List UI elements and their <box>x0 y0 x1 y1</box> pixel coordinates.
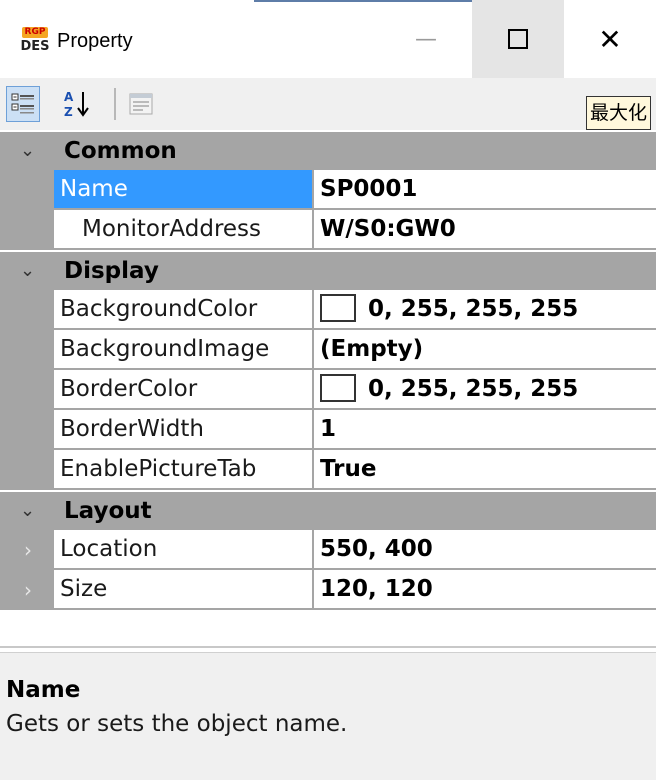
row-margin <box>0 210 54 250</box>
property-row-enable-picture-tab[interactable]: EnablePictureTab True <box>0 450 656 490</box>
property-value[interactable]: 1 <box>314 410 656 450</box>
color-swatch <box>320 293 356 322</box>
app-icon: RGP DES <box>20 27 50 55</box>
maximize-label-button[interactable]: 最大化 <box>586 96 652 130</box>
property-row-monitor-address[interactable]: MonitorAddress W/S0:GW0 <box>0 210 656 250</box>
category-display[interactable]: ⌄ Display <box>0 250 656 290</box>
toolbar: A Z 最大化 <box>0 78 656 130</box>
row-margin: › <box>0 570 54 610</box>
property-name[interactable]: BackgroundImage <box>54 330 314 370</box>
property-value[interactable]: (Empty) <box>314 330 656 370</box>
close-icon: ✕ <box>598 22 622 56</box>
property-value[interactable]: SP0001 <box>314 170 656 210</box>
property-value[interactable]: 0, 255, 255, 255 <box>314 290 656 330</box>
window-title: Property <box>57 30 133 52</box>
property-pages-icon <box>129 93 153 115</box>
close-button[interactable]: ✕ <box>564 0 656 78</box>
collapse-chevron-icon[interactable]: ⌄ <box>20 500 35 521</box>
category-layout[interactable]: ⌄ Layout <box>0 490 656 530</box>
property-value[interactable]: 120, 120 <box>314 570 656 610</box>
category-common[interactable]: ⌄ Common <box>0 130 656 170</box>
title-bar: RGP DES Property — ✕ <box>0 0 656 78</box>
property-name[interactable]: BorderColor <box>54 370 314 410</box>
categorized-view-icon <box>11 93 34 114</box>
property-row-background-color[interactable]: BackgroundColor 0, 255, 255, 255 <box>0 290 656 330</box>
maximize-icon <box>508 29 528 49</box>
property-name[interactable]: Location <box>54 530 314 570</box>
property-pages-button[interactable] <box>124 86 158 122</box>
property-value[interactable]: 0, 255, 255, 255 <box>314 370 656 410</box>
row-margin <box>0 410 54 450</box>
minimize-icon: — <box>415 26 437 52</box>
categorized-button[interactable] <box>6 86 40 122</box>
maximize-button[interactable] <box>472 0 564 78</box>
property-name[interactable]: BackgroundColor <box>54 290 314 330</box>
property-value[interactable]: 550, 400 <box>314 530 656 570</box>
sort-az-icon: A Z <box>64 90 89 119</box>
row-margin <box>0 370 54 410</box>
svg-text:A: A <box>64 90 74 104</box>
color-swatch <box>320 373 356 402</box>
property-row-location[interactable]: › Location 550, 400 <box>0 530 656 570</box>
property-name[interactable]: Size <box>54 570 314 610</box>
row-margin <box>0 330 54 370</box>
property-grid: ⌄ Common Name SP0001 MonitorAddress W/S0… <box>0 130 656 618</box>
minimize-button[interactable]: — <box>380 0 472 78</box>
toolbar-separator <box>114 88 116 120</box>
row-margin: › <box>0 530 54 570</box>
collapse-chevron-icon[interactable]: ⌄ <box>20 140 35 161</box>
property-row-border-width[interactable]: BorderWidth 1 <box>0 410 656 450</box>
description-text: Gets or sets the object name. <box>6 711 348 737</box>
property-name[interactable]: MonitorAddress <box>54 210 314 250</box>
category-label: Common <box>64 138 177 164</box>
property-value[interactable]: True <box>314 450 656 490</box>
property-name[interactable]: Name <box>54 170 314 210</box>
property-name[interactable]: BorderWidth <box>54 410 314 450</box>
app-icon-bottom-text: DES <box>20 39 50 54</box>
property-name[interactable]: EnablePictureTab <box>54 450 314 490</box>
property-row-border-color[interactable]: BorderColor 0, 255, 255, 255 <box>0 370 656 410</box>
description-title: Name <box>6 677 81 703</box>
row-margin <box>0 450 54 490</box>
app-icon-top-text: RGP <box>22 27 48 38</box>
svg-text:Z: Z <box>64 105 73 119</box>
collapse-chevron-icon[interactable]: ⌄ <box>20 260 35 281</box>
alphabetical-button[interactable]: A Z <box>60 86 94 122</box>
expand-chevron-icon[interactable]: › <box>24 538 32 562</box>
grid-empty-area <box>0 618 656 648</box>
property-value-text: 0, 255, 255, 255 <box>368 376 579 402</box>
property-row-background-image[interactable]: BackgroundImage (Empty) <box>0 330 656 370</box>
description-panel: Name Gets or sets the object name. <box>0 652 656 780</box>
property-row-size[interactable]: › Size 120, 120 <box>0 570 656 610</box>
property-value[interactable]: W/S0:GW0 <box>314 210 656 250</box>
expand-chevron-icon[interactable]: › <box>24 578 32 602</box>
property-value-text: 0, 255, 255, 255 <box>368 296 579 322</box>
property-row-name[interactable]: Name SP0001 <box>0 170 656 210</box>
row-margin <box>0 290 54 330</box>
row-margin <box>0 170 54 210</box>
category-label: Layout <box>64 498 152 524</box>
category-label: Display <box>64 258 159 284</box>
